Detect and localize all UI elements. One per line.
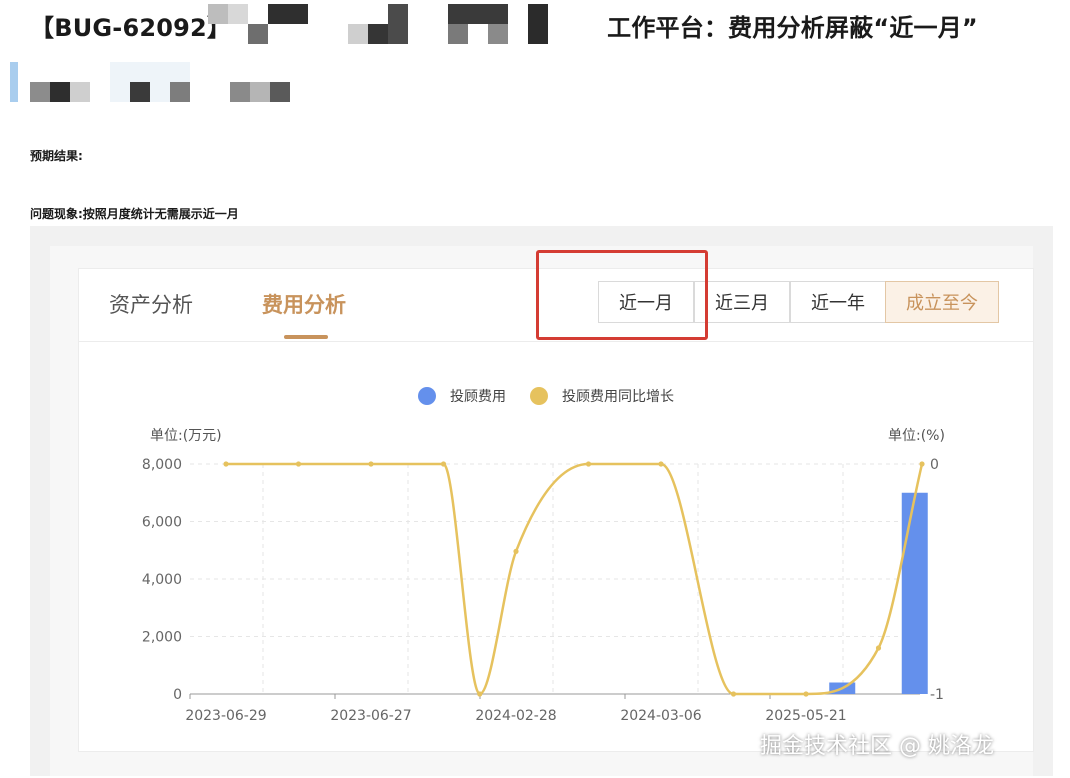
y-left-unit-label: 单位:(万元) — [150, 428, 222, 444]
expense-chart: 8,000 6,000 4,000 2,000 0 单位:(万元) 单位:(%) 0 -1 202… — [142, 428, 945, 724]
watermark: 掘金技术社区 @ 姚洛龙 — [760, 734, 994, 759]
y-left-tick-label: 8,000 — [142, 457, 182, 473]
y-left-tick-label: 2,000 — [142, 630, 182, 646]
line-point-fee-yoy-growth — [875, 645, 882, 651]
line-point-fee-yoy-growth — [585, 461, 592, 467]
y-right-unit-label: 单位:(%) — [888, 428, 945, 444]
line-point-fee-yoy-growth — [477, 691, 483, 697]
line-point-fee-yoy-growth — [513, 548, 519, 555]
x-tick-label: 2023-06-27 — [330, 708, 411, 724]
y-left-tick-label: 6,000 — [142, 515, 182, 531]
bar-advisory-fee — [901, 492, 928, 694]
y-left-tick-label: 0 — [173, 687, 182, 703]
y-right-tick-label: -1 — [930, 687, 944, 703]
line-point-fee-yoy-growth — [658, 461, 664, 467]
y-right-tick-label: 0 — [930, 457, 939, 473]
line-point-fee-yoy-growth — [295, 461, 302, 467]
x-tick-label: 2024-03-06 — [620, 708, 701, 724]
x-tick-label: 2023-06-29 — [185, 708, 266, 724]
y-left-tick-label: 4,000 — [142, 572, 182, 588]
line-point-fee-yoy-growth — [919, 461, 925, 467]
line-point-fee-yoy-growth — [368, 461, 374, 467]
x-tick-label: 2025-05-21 — [765, 708, 846, 724]
line-point-fee-yoy-growth — [440, 461, 447, 467]
line-point-fee-yoy-growth — [803, 691, 809, 697]
x-tick-label: 2024-02-28 — [475, 708, 556, 724]
line-point-fee-yoy-growth — [730, 691, 737, 697]
line-point-fee-yoy-growth — [223, 461, 229, 467]
